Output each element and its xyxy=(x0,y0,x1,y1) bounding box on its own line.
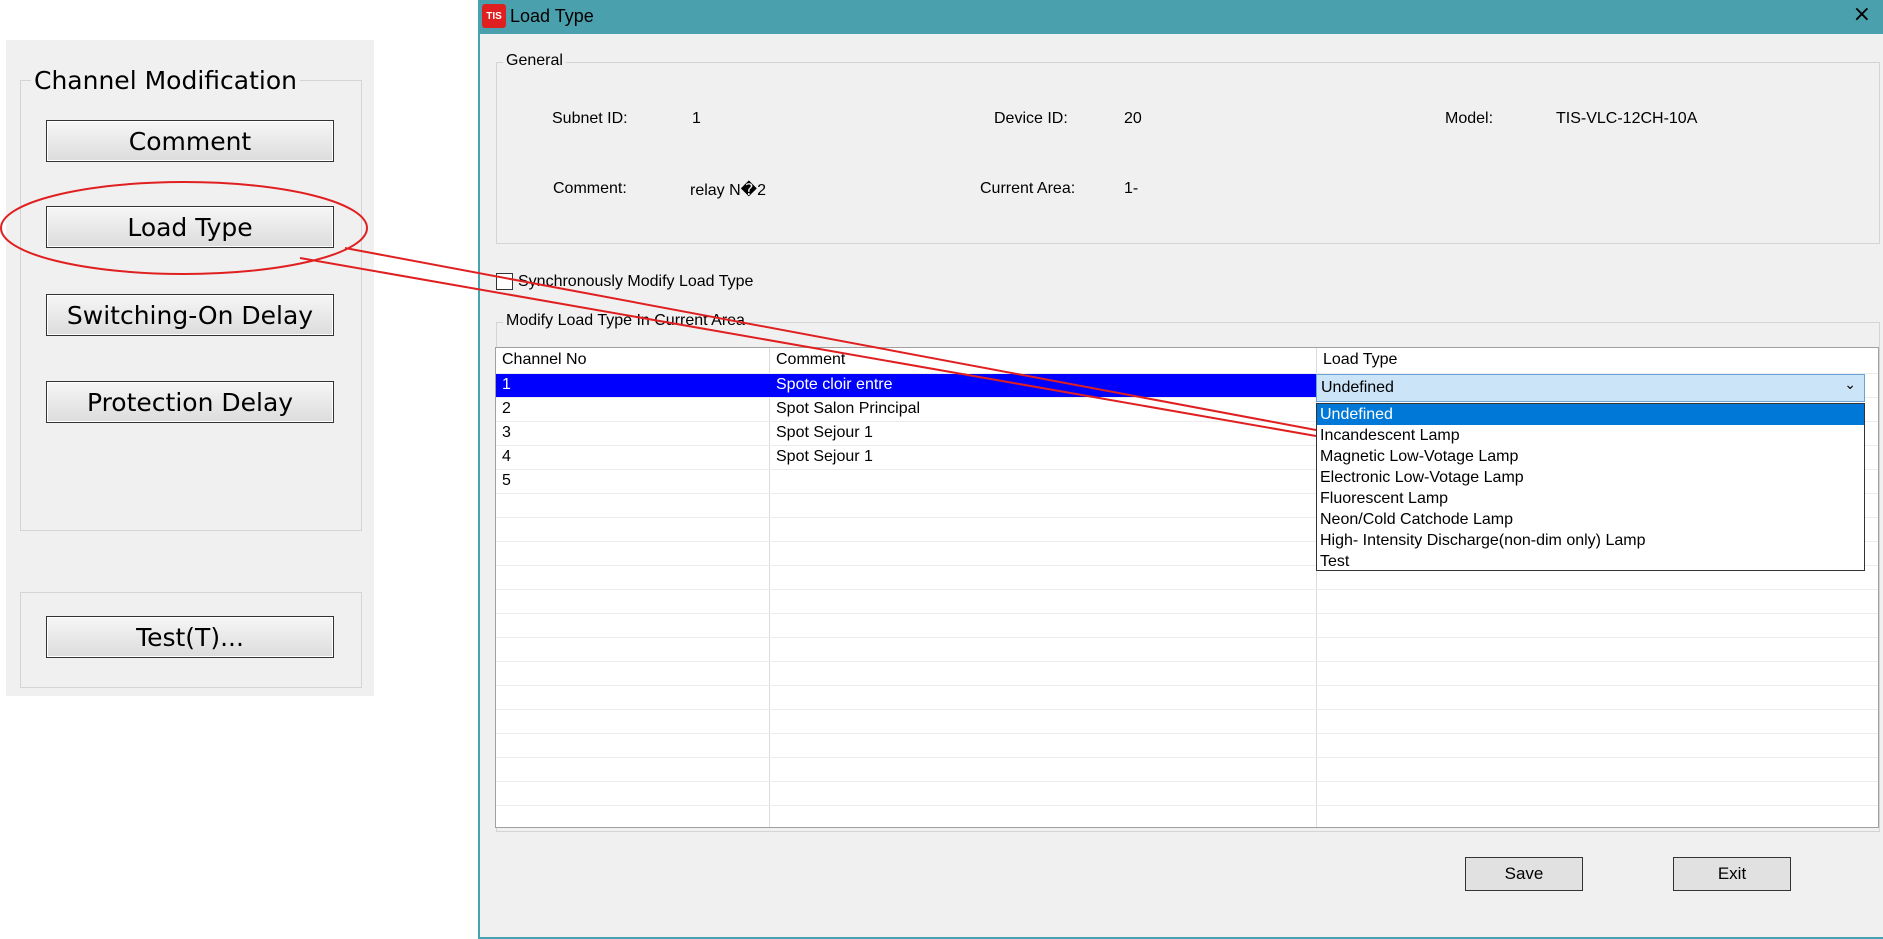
protection-delay-button[interactable]: Protection Delay xyxy=(46,381,334,423)
dropdown-option[interactable]: High- Intensity Discharge(non-dim only) … xyxy=(1317,530,1864,551)
dropdown-option[interactable]: Magnetic Low-Votage Lamp xyxy=(1317,446,1864,467)
subnet-id-value: 1 xyxy=(692,110,701,127)
row-channel: 4 xyxy=(502,448,511,465)
test-button[interactable]: Test(T)... xyxy=(46,616,334,658)
subnet-id-label: Subnet ID: xyxy=(552,110,628,127)
row-channel: 1 xyxy=(502,376,511,393)
channel-modification-panel: Channel Modification Comment Load Type S… xyxy=(6,40,374,696)
dropdown-option[interactable]: Neon/Cold Catchode Lamp xyxy=(1317,509,1864,530)
header-comment[interactable]: Comment xyxy=(770,351,1316,369)
comment-label: Comment: xyxy=(553,180,627,197)
device-id-label: Device ID: xyxy=(994,110,1068,127)
dropdown-option[interactable]: Fluorescent Lamp xyxy=(1317,488,1864,509)
comment-value: relay N�2 xyxy=(690,182,766,199)
sync-modify-label[interactable]: Synchronously Modify Load Type xyxy=(518,273,753,291)
close-icon[interactable]: × xyxy=(1853,2,1871,27)
switching-on-delay-button[interactable]: Switching-On Delay xyxy=(46,294,334,336)
load-type-select[interactable]: Undefined ⌄ xyxy=(1316,374,1865,402)
row-comment: Spot Sejour 1 xyxy=(776,448,873,465)
modify-load-type-title: Modify Load Type In Current Area xyxy=(503,312,748,330)
save-button[interactable]: Save xyxy=(1465,857,1583,891)
device-id-value: 20 xyxy=(1124,110,1142,127)
grid-divider xyxy=(496,709,1878,710)
dialog-title: Load Type xyxy=(510,6,594,26)
row-comment: Spote cloir entre xyxy=(776,376,893,393)
table-row[interactable]: 1 Spote cloir entre xyxy=(496,374,1316,398)
dropdown-option[interactable]: Electronic Low-Votage Lamp xyxy=(1317,467,1864,488)
grid-divider xyxy=(496,661,1878,662)
header-load-type[interactable]: Load Type xyxy=(1317,351,1877,369)
dropdown-option[interactable]: Test xyxy=(1317,551,1864,572)
grid-divider xyxy=(496,805,1878,806)
row-channel: 2 xyxy=(502,400,511,417)
grid-divider xyxy=(496,733,1878,734)
exit-button[interactable]: Exit xyxy=(1673,857,1791,891)
model-label: Model: xyxy=(1445,110,1494,127)
load-type-dropdown-list: Undefined Incandescent Lamp Magnetic Low… xyxy=(1316,403,1865,571)
current-area-value: 1- xyxy=(1124,180,1139,197)
tis-logo-icon: TIS xyxy=(482,4,506,28)
current-area-label: Current Area: xyxy=(980,180,1076,197)
row-channel: 5 xyxy=(502,472,511,489)
model-value: TIS-VLC-12CH-10A xyxy=(1556,110,1698,127)
row-comment: Spot Sejour 1 xyxy=(776,424,873,441)
dropdown-option[interactable]: Undefined xyxy=(1317,404,1864,425)
general-group: General xyxy=(496,52,1880,244)
grid-divider xyxy=(496,685,1878,686)
row-channel: 3 xyxy=(502,424,511,441)
dropdown-option[interactable]: Incandescent Lamp xyxy=(1317,425,1864,446)
chevron-down-icon[interactable]: ⌄ xyxy=(1844,377,1856,393)
load-type-select-value: Undefined xyxy=(1321,379,1394,396)
load-type-button[interactable]: Load Type xyxy=(46,206,334,248)
row-comment: Spot Salon Principal xyxy=(776,400,921,417)
grid-divider xyxy=(496,613,1878,614)
grid-divider xyxy=(496,589,1878,590)
channel-modification-title: Channel Modification xyxy=(31,66,300,95)
title-bar: TIS Load Type × xyxy=(480,0,1883,34)
header-channel-no[interactable]: Channel No xyxy=(496,351,769,369)
grid-divider xyxy=(496,637,1878,638)
general-title: General xyxy=(503,52,566,70)
sync-modify-checkbox[interactable] xyxy=(496,273,513,290)
grid-divider xyxy=(496,781,1878,782)
comment-button[interactable]: Comment xyxy=(46,120,334,162)
grid-divider xyxy=(496,757,1878,758)
